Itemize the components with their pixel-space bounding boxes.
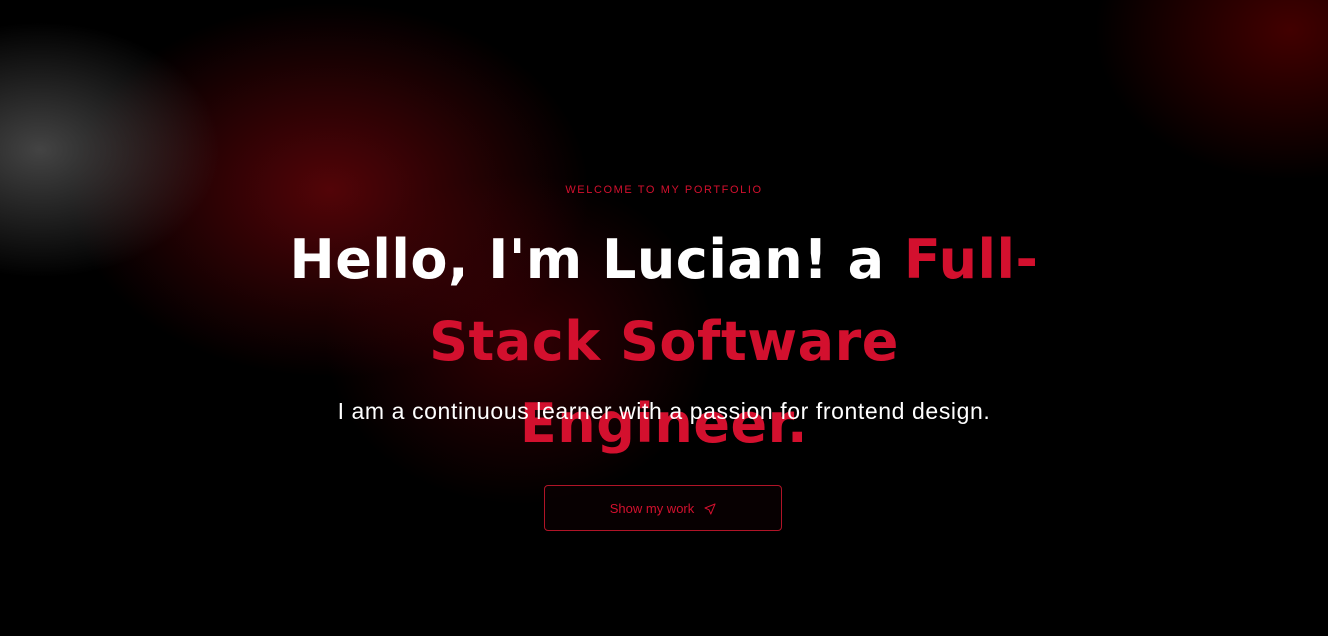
send-icon <box>704 502 716 515</box>
hero-headline: Hello, I'm Lucian! a Full-Stack Software… <box>284 219 1044 465</box>
hero-content: WELCOME TO MY PORTFOLIO Hello, I'm Lucia… <box>0 0 1328 636</box>
show-my-work-button[interactable]: Show my work <box>544 485 782 531</box>
hero-section: WELCOME TO MY PORTFOLIO Hello, I'm Lucia… <box>0 0 1328 636</box>
show-my-work-label: Show my work <box>609 500 695 516</box>
headline-intro: Hello, I'm Lucian! a <box>289 228 904 291</box>
hero-subtitle: I am a continuous learner with a passion… <box>337 398 991 424</box>
welcome-eyebrow: WELCOME TO MY PORTFOLIO <box>565 184 763 196</box>
